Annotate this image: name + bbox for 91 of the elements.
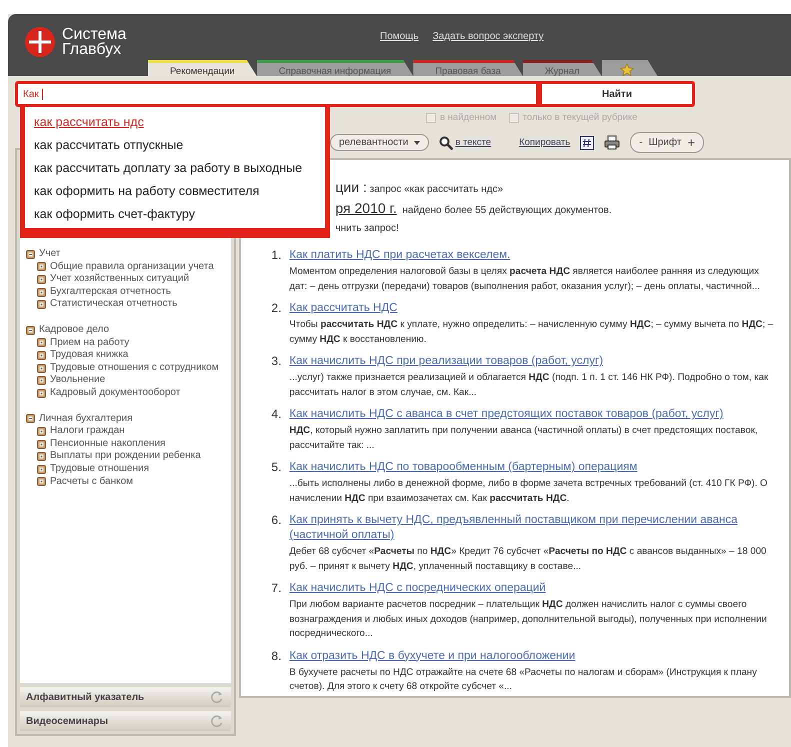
result-snippet: НДС, который нужно заплатить при получении аванса (частичной оплаты) в счет предстоящих поставок, рассчитайте так: ...: [289, 424, 759, 452]
sort-dropdown[interactable]: релевантности: [330, 134, 430, 151]
tree-item[interactable]: Пенсионные накопления: [50, 438, 166, 450]
result-link[interactable]: Как рассчитать НДС: [289, 301, 779, 316]
header-link[interactable]: Помощь: [380, 31, 419, 42]
search-icon[interactable]: [439, 136, 454, 150]
collapse-icon[interactable]: [26, 414, 35, 424]
tab[interactable]: Рекомендации: [148, 60, 257, 76]
expand-icon[interactable]: [37, 452, 46, 462]
suggestion-item[interactable]: как оформить счет-фактуру: [34, 203, 316, 226]
tree-item[interactable]: Общие правила организации учета: [50, 260, 214, 274]
tree-item[interactable]: Выплаты при рождении ребенка: [50, 450, 201, 463]
result-link[interactable]: Как принять к вычету НДС, предъявленный поставщиком при перечислении аванса (частичной оплаты): [289, 513, 779, 543]
result-number: 7.: [271, 581, 282, 596]
tree-item[interactable]: Увольнение: [50, 374, 106, 387]
expand-icon[interactable]: [37, 388, 46, 398]
expand-icon[interactable]: [37, 288, 46, 297]
result-link[interactable]: Как начислить НДС при реализации товаров (работ, услуг): [289, 354, 779, 369]
suggestion-item[interactable]: как рассчитать доплату за работу в выходные: [34, 157, 316, 180]
result-snippet: Чтобы рассчитать НДС к уплате, нужно определить: – начисленную сумму НДС; – сумму вычета по НДС; – сумму НДС к восстановлению.: [289, 318, 774, 346]
result-link[interactable]: Как платить НДС при расчетах векселем.: [289, 248, 779, 263]
result-link[interactable]: Как начислить НДС с посреднических операций: [289, 581, 779, 596]
result-snippet: ...услуг) также признается реализацией и облагается НДС (подп. 1 п. 1 ст. 146 НК РФ). Подробно о том, как рассчитать налог в этом случае, см. Как...: [289, 371, 770, 400]
tree-item[interactable]: Учет хозяйственных ситуаций: [50, 273, 190, 286]
result-link[interactable]: Как отразить НДС в бухучете и при налогообложении: [289, 648, 779, 664]
suggestion-item[interactable]: как рассчитать ндс: [34, 111, 316, 134]
result-snippet: При любом варианте расчетов посредник – плательщик НДС должен начислить налог с суммы своего вознаграждения и любых иных доходов (например, дополнительной выгоды), полученных при исполнении посреднического...: [289, 598, 768, 641]
expand-icon[interactable]: [37, 426, 46, 436]
result-number: 2.: [271, 301, 282, 316]
favorites-tab[interactable]: [602, 60, 658, 76]
collapse-icon[interactable]: [26, 250, 35, 259]
expand-icon[interactable]: [37, 477, 46, 486]
results-heading: ции :: [335, 179, 367, 195]
copy-link[interactable]: Копировать: [519, 137, 570, 148]
star-icon: [620, 62, 634, 76]
found-count: найдено более 55 действующих документов.: [402, 205, 612, 216]
expand-icon[interactable]: [37, 300, 46, 310]
increase-font-button[interactable]: +: [687, 135, 696, 150]
expand-icon[interactable]: [37, 350, 46, 360]
date-link[interactable]: ря 2010 г.: [335, 200, 397, 216]
search-field[interactable]: Как: [18, 84, 536, 104]
logo-icon: [24, 26, 56, 58]
logo-text: Система Главбух: [62, 27, 126, 57]
search-button[interactable]: Найти: [542, 84, 692, 104]
tree-item[interactable]: Трудовые отношения: [50, 462, 150, 476]
tree-item[interactable]: Учет: [39, 248, 60, 261]
checkbox-label: в найденном: [440, 112, 497, 123]
tree-item[interactable]: Налоги граждан: [50, 425, 125, 438]
tree-item[interactable]: Прием на работу: [50, 336, 130, 350]
search-in-text-link[interactable]: в тексте: [455, 137, 492, 148]
result-number: 5.: [271, 460, 282, 475]
font-label: Шрифт: [648, 137, 682, 148]
expand-icon[interactable]: [37, 364, 46, 373]
result-number: 8.: [271, 648, 282, 664]
checkbox-label: только в текущей рубрике: [522, 112, 638, 123]
result-snippet: В бухучете расчеты по НДС отражайте на счете 68 «Расчеты по налогам и сборам» (Инструкция к плану счетов). Для этого к счету 68 откройте субсчет «...: [289, 666, 758, 694]
result-number: 4.: [271, 407, 282, 422]
result-snippet: ...быть исполнены либо в денежной форме, либо в форме зачета встречных требований (ст. 410 ГК РФ). О начислении НДС при взаимозачетах см. Как рассчитать НДС.: [289, 477, 769, 506]
expand-icon[interactable]: [37, 262, 46, 272]
expand-icon[interactable]: [37, 274, 46, 284]
tree-item[interactable]: Трудовые отношения с сотрудником: [50, 362, 219, 374]
hash-icon[interactable]: [580, 136, 594, 150]
tree-item[interactable]: Личная бухгалтерия: [39, 412, 133, 426]
expand-icon[interactable]: [37, 440, 46, 449]
result-number: 3.: [271, 354, 282, 369]
result-link[interactable]: Как начислить НДС по товарообменным (бартерным) операциям: [289, 460, 779, 475]
result-snippet: Дебет 68 субсчет «Расчеты по НДС» Кредит 76 субсчет «Расчеты по НДС с авансов выданных» – 18 000 руб. – принят к вычету НДС, уплаченный поставщику в составе...: [289, 545, 768, 574]
panel-header[interactable]: Видеосеминары: [20, 711, 232, 731]
result-snippet: Моментом определения налоговой базы в целях расчета НДС является наиболее ранняя из следующих дат: – день отгрузки (передачи) товаров (выполнения работ, оказания услуг); – день оплаты, частичной...: [289, 265, 761, 294]
tree-item[interactable]: Статистическая отчетность: [50, 298, 178, 311]
panel-header[interactable]: Алфавитный указатель: [20, 687, 232, 707]
decrease-font-button[interactable]: -: [639, 137, 643, 148]
expand-icon[interactable]: [37, 376, 46, 386]
tree-item[interactable]: Бухгалтерская отчетность: [50, 286, 171, 298]
caret-icon: [414, 140, 420, 144]
header-link[interactable]: Задать вопрос эксперту: [432, 31, 544, 42]
result-number: 1.: [271, 248, 282, 263]
printer-icon[interactable]: [604, 135, 620, 150]
suggestion-item[interactable]: как оформить на работу совместителя: [34, 180, 316, 203]
tree-item[interactable]: Кадровый документооборот: [50, 386, 180, 400]
hint-text: чнить запрос!: [335, 222, 400, 236]
tree-item[interactable]: Трудовая книжка: [50, 349, 128, 362]
collapse-icon[interactable]: [26, 326, 35, 335]
query-text: запрос «как рассчитать ндс»: [370, 184, 504, 195]
suggestion-item[interactable]: как рассчитать отпускные: [34, 134, 316, 157]
tree-item[interactable]: Кадровое дело: [39, 324, 110, 337]
tree-item[interactable]: Расчеты с банком: [50, 476, 134, 488]
expand-icon[interactable]: [37, 464, 46, 474]
result-number: 6.: [271, 513, 282, 529]
result-link[interactable]: Как начислить НДС с аванса в счет предстоящих поставок товаров (работ, услуг): [289, 407, 779, 422]
expand-icon[interactable]: [37, 338, 46, 348]
